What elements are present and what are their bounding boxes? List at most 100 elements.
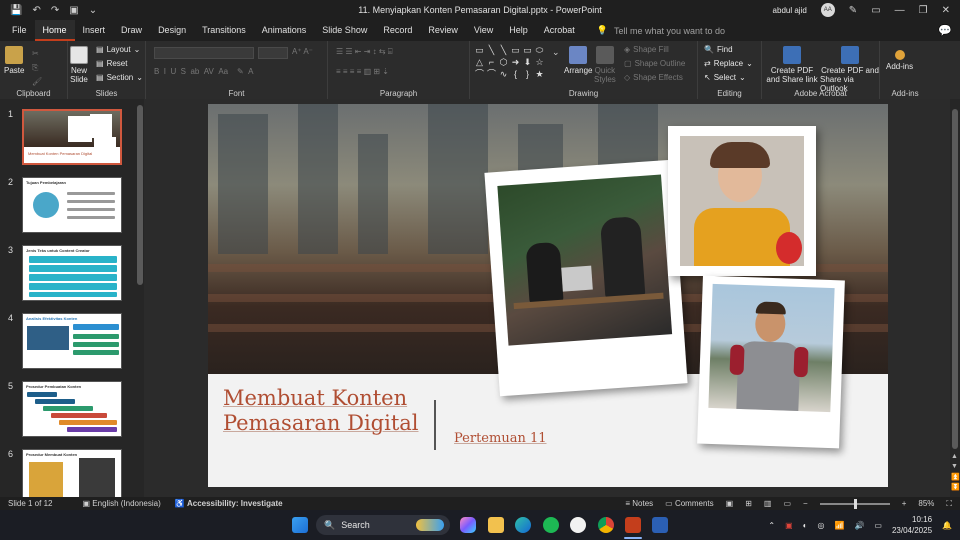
- slideshow-icon[interactable]: ▭: [783, 499, 791, 508]
- undo-icon[interactable]: ↶: [32, 5, 40, 16]
- zoom-out-icon[interactable]: −: [803, 499, 808, 508]
- edge-icon[interactable]: [515, 517, 531, 533]
- scroll-up-icon[interactable]: ▲: [951, 453, 958, 460]
- tab-transitions[interactable]: Transitions: [194, 20, 254, 41]
- thumbnail-slide-2[interactable]: 2 Tujuan Pembelajaran: [6, 177, 126, 237]
- restore-icon[interactable]: ❐: [919, 5, 928, 16]
- file-explorer-icon[interactable]: [488, 517, 504, 533]
- powerpoint-icon[interactable]: [625, 517, 641, 533]
- font-grow-icon[interactable]: A⁺ A⁻: [292, 45, 313, 58]
- thumbnail-slide-6[interactable]: 6 Prosedur Membuat Konten: [6, 449, 126, 497]
- section-button[interactable]: ▤ Section ⌄: [96, 71, 143, 84]
- tab-design[interactable]: Design: [150, 20, 194, 41]
- slide-scrollbar[interactable]: ▲ ▼ ⏫ ⏬: [950, 99, 960, 497]
- reading-view-icon[interactable]: ▥: [764, 499, 772, 508]
- tray-app-icon[interactable]: ◐: [803, 521, 808, 530]
- slide-sorter-icon[interactable]: ⊞: [745, 499, 752, 508]
- pen-icon[interactable]: ✎: [849, 5, 857, 16]
- reset-button[interactable]: ▤ Reset: [96, 57, 127, 70]
- notification-icon[interactable]: 🔔: [942, 521, 952, 530]
- slide-subtitle[interactable]: Pertemuan 11: [454, 431, 547, 446]
- thumbnail-slide-5[interactable]: 5 Prosedur Pembuatan Konten: [6, 381, 126, 441]
- tab-file[interactable]: File: [4, 20, 35, 41]
- taskbar-search[interactable]: 🔍 Search: [316, 515, 450, 535]
- format-painter-icon[interactable]: 🖌: [32, 75, 42, 88]
- font-name-select[interactable]: [154, 47, 254, 59]
- acrobat-tray-icon[interactable]: ▣: [785, 521, 793, 530]
- shape-effects-button[interactable]: ◇ Shape Effects: [624, 71, 683, 84]
- fit-slide-icon[interactable]: ⛶: [946, 499, 952, 509]
- zoom-level[interactable]: 85%: [918, 499, 934, 508]
- word-icon[interactable]: [652, 517, 668, 533]
- tab-slide-show[interactable]: Slide Show: [314, 20, 375, 41]
- notes-button[interactable]: ≡ Notes: [625, 499, 653, 508]
- thumbnails-scrollbar[interactable]: [136, 99, 144, 497]
- copilot-icon[interactable]: [460, 517, 476, 533]
- language-status[interactable]: ▣ English (Indonesia): [82, 499, 160, 508]
- next-slide-icon[interactable]: ⏬: [951, 483, 960, 491]
- shape-outline-button[interactable]: ▢ Shape Outline: [624, 57, 685, 70]
- close-icon[interactable]: ✕: [942, 5, 950, 16]
- zoom-in-icon[interactable]: +: [902, 499, 907, 508]
- scroll-down-icon[interactable]: ▼: [951, 463, 958, 470]
- slide-title[interactable]: Membuat Konten Pemasaran Digital: [223, 386, 419, 436]
- create-pdf-outlook-button[interactable]: Create PDF and Share via Outlook: [820, 43, 880, 93]
- font-format-row[interactable]: B I U S ab AV Aa ✎ A: [154, 65, 253, 78]
- battery-icon[interactable]: ▭: [874, 521, 882, 530]
- create-pdf-share-link-button[interactable]: Create PDF and Share link: [764, 43, 820, 84]
- shape-fill-button[interactable]: ◈ Shape Fill: [624, 43, 669, 56]
- avatar[interactable]: AA: [820, 3, 835, 17]
- chevron-up-icon[interactable]: ⌃: [768, 521, 775, 530]
- tab-view[interactable]: View: [466, 20, 501, 41]
- chevron-down-icon[interactable]: ⌄: [552, 47, 560, 58]
- tab-home[interactable]: Home: [34, 20, 75, 41]
- comments-icon[interactable]: 💬: [938, 24, 952, 37]
- volume-icon[interactable]: 🔊: [854, 521, 864, 530]
- paste-button[interactable]: Paste: [4, 43, 24, 75]
- arrange-button[interactable]: Arrange: [564, 43, 592, 75]
- chevron-down-icon[interactable]: ⌄: [89, 5, 97, 16]
- minimize-icon[interactable]: —: [895, 5, 905, 16]
- wifi-icon[interactable]: 📶: [834, 521, 844, 530]
- photo-frame-cafe[interactable]: [484, 159, 688, 397]
- redo-icon[interactable]: ↷: [51, 5, 59, 16]
- accessibility-status[interactable]: ♿ Accessibility: Investigate: [175, 499, 283, 508]
- shapes-gallery[interactable]: ▭ ╲ ╲ ▭ ▭ ⬭ △ ⌐ ⬡ ➜ ⬇ ☆ ⌒ ⌒ ∿{} ★: [474, 45, 545, 80]
- slide-1[interactable]: Membuat Konten Pemasaran Digital Pertemu…: [208, 104, 888, 487]
- tab-review[interactable]: Review: [420, 20, 466, 41]
- tell-me-search[interactable]: 💡 Tell me what you want to do: [597, 25, 725, 36]
- layout-button[interactable]: ▤ Layout ⌄: [96, 43, 140, 56]
- thumbnail-slide-1[interactable]: 1 Membuat Konten Pemasaran Digital: [6, 109, 126, 169]
- whatsapp-icon[interactable]: [570, 517, 586, 533]
- vpn-icon[interactable]: ◎: [818, 521, 825, 530]
- photo-frame-woman[interactable]: [668, 126, 816, 276]
- quick-styles-button[interactable]: Quick Styles: [594, 43, 616, 84]
- clock[interactable]: 10:16 23/04/2025: [892, 514, 932, 536]
- font-size-select[interactable]: [258, 47, 288, 59]
- tab-insert[interactable]: Insert: [75, 20, 114, 41]
- chrome-icon[interactable]: [598, 517, 614, 533]
- new-slide-button[interactable]: New Slide: [70, 43, 88, 84]
- thumbnail-slide-3[interactable]: 3 Jenis Teks untuk Content Creator: [6, 245, 126, 305]
- tab-acrobat[interactable]: Acrobat: [536, 20, 583, 41]
- align-icons[interactable]: ≡ ≡ ≡ ≡ ▥ ⊞ ⇣: [336, 65, 389, 78]
- comments-button[interactable]: ▭ Comments: [665, 499, 713, 508]
- select-button[interactable]: ↖ Select ⌄: [704, 71, 746, 84]
- list-icons[interactable]: ☰ ☰ ⇤ ⇥ ↕ ⇆ ⌸: [336, 45, 393, 58]
- photo-frame-man[interactable]: [697, 275, 845, 449]
- tab-animations[interactable]: Animations: [254, 20, 315, 41]
- thumbnail-slide-4[interactable]: 4 Analisis Efektivitas Konten: [6, 313, 126, 373]
- find-button[interactable]: 🔍 Find: [704, 43, 733, 56]
- cut-icon[interactable]: ✂: [32, 47, 39, 60]
- addins-button[interactable]: Add-ins: [886, 43, 913, 71]
- replace-button[interactable]: ⇄ Replace ⌄: [704, 57, 753, 70]
- tab-draw[interactable]: Draw: [113, 20, 150, 41]
- normal-view-icon[interactable]: ▣: [726, 499, 734, 508]
- present-icon[interactable]: ▣: [69, 5, 78, 16]
- ribbon-display-icon[interactable]: ▭: [871, 5, 880, 16]
- tab-help[interactable]: Help: [501, 20, 536, 41]
- spotify-icon[interactable]: [543, 517, 559, 533]
- windows-start-icon[interactable]: [292, 517, 308, 533]
- tab-record[interactable]: Record: [375, 20, 420, 41]
- copy-icon[interactable]: ⎘: [32, 61, 38, 74]
